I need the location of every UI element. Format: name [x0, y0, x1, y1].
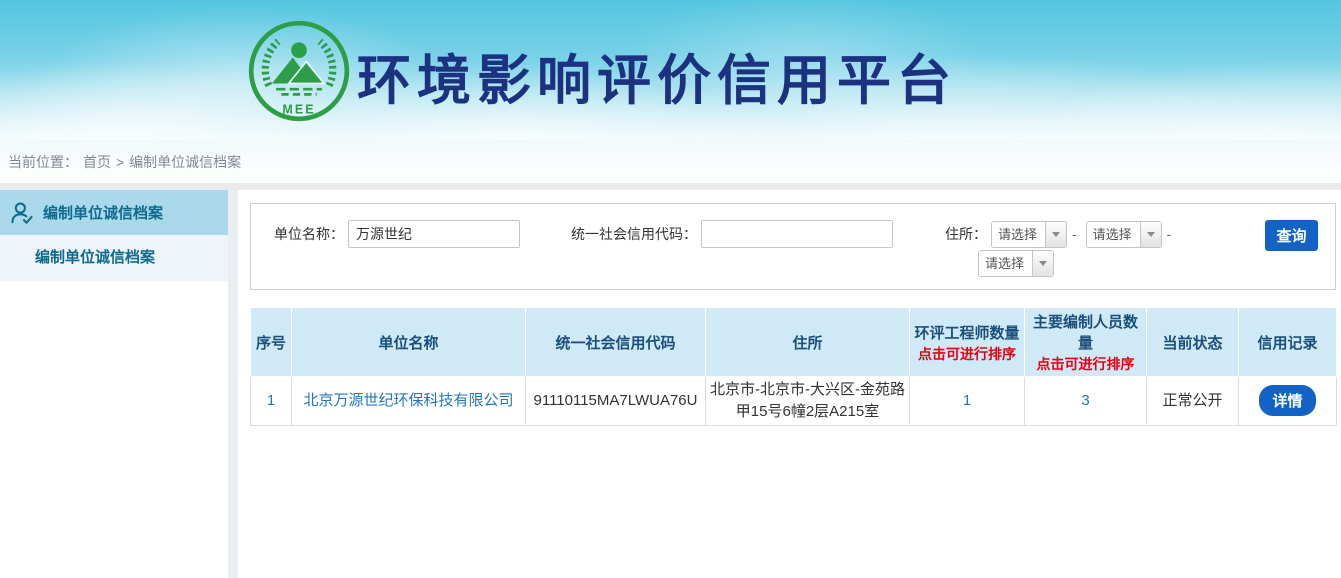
district-select[interactable]: 请选择 [978, 250, 1054, 277]
address-dash: - [1167, 226, 1172, 242]
sidebar-item-credit-archive[interactable]: 编制单位诚信档案 [0, 190, 228, 235]
chevron-down-icon [1032, 251, 1053, 276]
col-header-status: 当前状态 [1147, 309, 1239, 377]
credit-code-label: 统一社会信用代码： [571, 224, 697, 244]
city-select[interactable]: 请选择 [1086, 221, 1162, 248]
breadcrumb-prefix: 当前位置： [8, 152, 78, 172]
header-divider [0, 183, 1341, 190]
sort-hint: 点击可进行排序 [1027, 354, 1144, 374]
chevron-down-icon [1045, 222, 1066, 247]
col-header-seq: 序号 [251, 309, 292, 377]
cell-staff-count: 3 [1025, 377, 1147, 426]
detail-button[interactable]: 详情 [1259, 385, 1315, 416]
user-check-icon [9, 200, 35, 226]
breadcrumb-home-link[interactable]: 首页 [83, 152, 111, 172]
credit-code-input[interactable] [701, 220, 893, 248]
province-select-value: 请选择 [992, 222, 1045, 247]
breadcrumb: 当前位置： 首页 > 编制单位诚信档案 [0, 140, 1341, 183]
unit-name-link[interactable]: 北京万源世纪环保科技有限公司 [303, 392, 513, 409]
table-row: 1 北京万源世纪环保科技有限公司 91110115MA7LWUA76U 北京市-… [251, 377, 1337, 426]
col-header-address: 住所 [706, 309, 910, 377]
results-table: 序号 单位名称 统一社会信用代码 住所 环评工程师数量 点击可进行排序 主要编制… [250, 308, 1337, 426]
main-content: 单位名称： 统一社会信用代码： 住所： 请选择 - 请选择 - 请选择 [238, 190, 1341, 578]
address-dash: - [1072, 226, 1077, 242]
col-header-unit-name: 单位名称 [292, 309, 526, 377]
query-button[interactable]: 查询 [1265, 220, 1318, 251]
site-header: MEE 环境影响评价信用平台 [0, 0, 1341, 140]
sidebar-item-label: 编制单位诚信档案 [43, 202, 163, 223]
chevron-down-icon [1140, 222, 1161, 247]
table-header-row: 序号 单位名称 统一社会信用代码 住所 环评工程师数量 点击可进行排序 主要编制… [251, 309, 1337, 377]
svg-text:MEE: MEE [282, 103, 315, 117]
cell-credit-record: 详情 [1239, 377, 1337, 426]
search-panel: 单位名称： 统一社会信用代码： 住所： 请选择 - 请选择 - 请选择 [250, 203, 1336, 290]
staff-count-link[interactable]: 3 [1081, 392, 1089, 409]
district-select-value: 请选择 [979, 251, 1032, 276]
sidebar: 编制单位诚信档案 编制单位诚信档案 [0, 190, 228, 578]
cell-seq: 1 [251, 377, 292, 426]
sidebar-divider [228, 190, 238, 578]
cell-unit-name: 北京万源世纪环保科技有限公司 [292, 377, 526, 426]
sidebar-subitem-label: 编制单位诚信档案 [35, 249, 155, 266]
cell-status: 正常公开 [1147, 377, 1239, 426]
unit-name-label: 单位名称： [274, 224, 344, 244]
engineer-count-link[interactable]: 1 [963, 392, 971, 409]
breadcrumb-separator: > [116, 154, 124, 170]
address-label: 住所： [945, 224, 987, 244]
breadcrumb-current: 编制单位诚信档案 [129, 152, 241, 172]
page-title: 环境影响评价信用平台 [357, 36, 957, 115]
cell-engineer-count: 1 [910, 377, 1025, 426]
sort-hint: 点击可进行排序 [912, 344, 1022, 364]
col-header-staff-count-sort[interactable]: 主要编制人员数量 点击可进行排序 [1025, 309, 1147, 377]
col-header-engineer-count-sort[interactable]: 环评工程师数量 点击可进行排序 [910, 309, 1025, 377]
col-header-credit-code: 统一社会信用代码 [526, 309, 706, 377]
province-select[interactable]: 请选择 [991, 221, 1067, 248]
cell-address: 北京市-北京市-大兴区-金苑路 甲15号6幢2层A215室 [706, 377, 910, 426]
city-select-value: 请选择 [1087, 222, 1140, 247]
mee-logo-icon: MEE [247, 19, 351, 123]
cell-credit-code: 91110115MA7LWUA76U [526, 377, 706, 426]
col-header-credit-record: 信用记录 [1239, 309, 1337, 377]
sidebar-subitem-credit-archive[interactable]: 编制单位诚信档案 [0, 235, 228, 281]
unit-name-input[interactable] [348, 220, 520, 248]
